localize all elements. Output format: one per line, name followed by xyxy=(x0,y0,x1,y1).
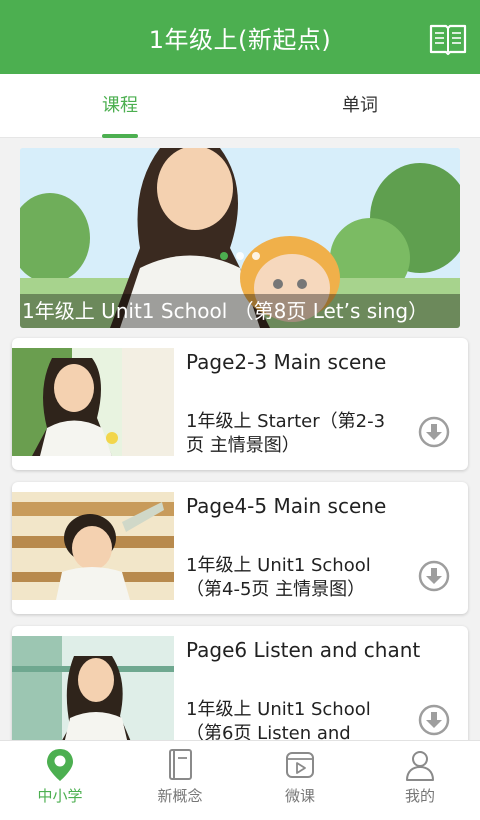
carousel-dot[interactable] xyxy=(220,252,228,260)
tab-bar: 课程 单词 xyxy=(0,74,480,138)
user-icon xyxy=(406,751,434,781)
nav-label: 微课 xyxy=(284,787,315,805)
book-icon xyxy=(169,749,192,780)
lesson-card[interactable]: Page4-5 Main scene 1年级上 Unit1 School （第4… xyxy=(12,482,468,614)
lesson-subtitle: 1年级上 Starter（第2-3页 主情景图） xyxy=(186,411,386,456)
app-header: 1年级上(新起点) xyxy=(0,0,480,74)
nav-label: 我的 xyxy=(404,787,435,805)
banner-carousel[interactable]: 1年级上 Unit1 School （第8页 Let’s sing） xyxy=(20,148,460,328)
lesson-thumbnail xyxy=(12,492,174,600)
nav-item-primary-school[interactable]: 中小学 xyxy=(0,741,120,820)
banner-caption: 1年级上 Unit1 School （第8页 Let’s sing） xyxy=(20,294,460,328)
lesson-card[interactable]: Page2-3 Main scene 1年级上 Starter（第2-3页 主情… xyxy=(12,338,468,470)
location-pin-icon xyxy=(47,749,73,781)
lesson-title: Page4-5 Main scene xyxy=(186,494,387,518)
nav-item-profile[interactable]: 我的 xyxy=(360,741,480,820)
carousel-dot[interactable] xyxy=(252,252,260,260)
nav-label: 新概念 xyxy=(157,787,203,805)
bottom-navigation: 中小学 新概念 微课 我的 xyxy=(0,740,480,820)
download-icon[interactable] xyxy=(418,560,450,592)
download-icon[interactable] xyxy=(418,416,450,448)
carousel-dot[interactable] xyxy=(236,252,244,260)
active-tab-indicator xyxy=(102,134,138,138)
page-title: 1年级上(新起点) xyxy=(148,26,332,54)
lesson-thumbnail xyxy=(12,636,174,744)
lesson-title: Page2-3 Main scene xyxy=(186,350,387,374)
tab-lessons[interactable]: 课程 xyxy=(0,74,240,138)
download-icon[interactable] xyxy=(418,704,450,736)
nav-label: 中小学 xyxy=(37,787,83,805)
lesson-thumbnail xyxy=(12,348,174,456)
book-icon[interactable] xyxy=(428,18,468,58)
lesson-card[interactable]: Page6 Listen and chant 1年级上 Unit1 School… xyxy=(12,626,468,758)
nav-item-new-concept[interactable]: 新概念 xyxy=(120,741,240,820)
lesson-subtitle: 1年级上 Unit1 School （第4-5页 主情景图） xyxy=(186,555,371,600)
nav-item-micro-lessons[interactable]: 微课 xyxy=(240,741,360,820)
tab-label: 课程 xyxy=(102,95,138,116)
tab-words[interactable]: 单词 xyxy=(240,74,480,138)
video-play-icon xyxy=(286,752,314,778)
lesson-title: Page6 Listen and chant xyxy=(186,638,421,662)
tab-label: 单词 xyxy=(342,95,378,116)
